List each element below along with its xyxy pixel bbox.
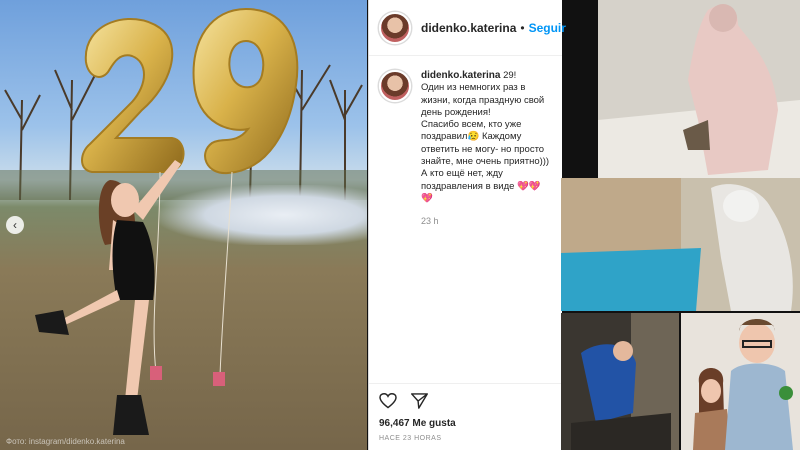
caption-body: Один из немногих раз в жизни, когда праз… bbox=[421, 82, 550, 204]
instagram-post-panel: didenko.katerina • Seguir didenko.kateri… bbox=[368, 0, 566, 450]
collage-photo-worker-suit bbox=[598, 0, 800, 180]
post-actions: 96,467 Me gusta HACE 23 HORAS bbox=[369, 383, 562, 442]
post-photo[interactable]: ‹ Фото: instagram/didenko.katerina bbox=[0, 0, 367, 450]
caption-avatar[interactable] bbox=[379, 70, 411, 102]
heart-icon[interactable] bbox=[379, 393, 397, 409]
couple-illustration bbox=[681, 313, 800, 450]
send-icon[interactable] bbox=[411, 393, 428, 409]
caption-username[interactable]: didenko.katerina bbox=[421, 70, 500, 81]
pool-illustration bbox=[561, 178, 800, 311]
post-header: didenko.katerina • Seguir bbox=[369, 0, 566, 56]
separator-dot: • bbox=[520, 20, 525, 35]
caption-row: didenko.katerina 29! Один из немногих ра… bbox=[369, 56, 562, 228]
chevron-left-icon[interactable]: ‹ bbox=[6, 216, 24, 234]
photo-watermark: Фото: instagram/didenko.katerina bbox=[6, 437, 125, 446]
collage-photo-couple bbox=[681, 313, 800, 450]
woman-figure bbox=[35, 160, 181, 435]
post-time: HACE 23 HORAS bbox=[379, 435, 442, 442]
worker-suit-illustration bbox=[598, 0, 800, 180]
caption-title: 29! bbox=[503, 70, 517, 81]
collage-photo-pool bbox=[561, 178, 800, 311]
caption-timestamp: 23 h bbox=[421, 216, 439, 227]
collage-photo-repair bbox=[561, 313, 679, 450]
repair-illustration bbox=[561, 313, 679, 450]
follow-button[interactable]: Seguir bbox=[529, 21, 566, 35]
avatar[interactable] bbox=[379, 11, 411, 44]
likes-count[interactable]: 96,467 Me gusta bbox=[379, 418, 552, 429]
caption: didenko.katerina 29! Один из немногих ра… bbox=[421, 70, 552, 228]
username-link[interactable]: didenko.katerina bbox=[421, 21, 516, 35]
